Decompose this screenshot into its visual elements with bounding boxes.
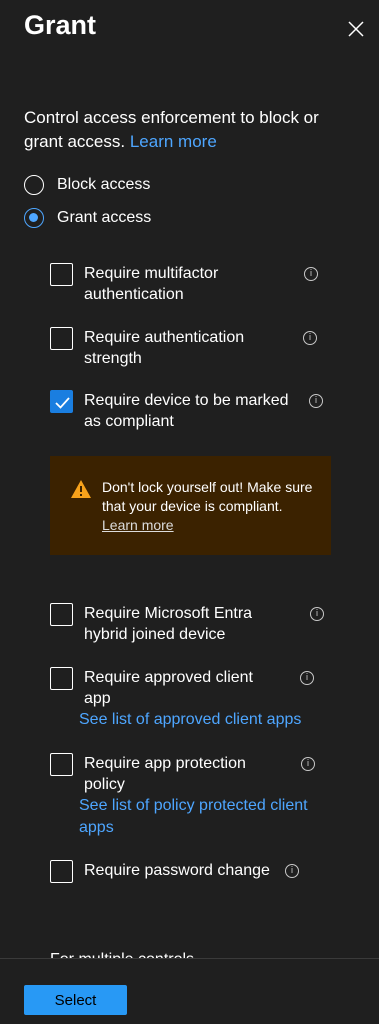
policy-protected-apps-link[interactable]: See list of policy protected client apps bbox=[79, 795, 329, 839]
learn-more-link[interactable]: Learn more bbox=[130, 132, 217, 151]
radio-label-grant-access: Grant access bbox=[57, 209, 152, 226]
panel-title: Grant bbox=[24, 10, 97, 40]
warning-text: Don't lock yourself out! Make sure that … bbox=[102, 479, 313, 514]
select-button[interactable]: Select bbox=[24, 985, 127, 1015]
option-label-mfa: Require multifactor authentication bbox=[84, 265, 219, 303]
checkbox-approved-app[interactable] bbox=[50, 667, 73, 690]
checkbox-app-protection[interactable] bbox=[50, 753, 73, 776]
option-label-password-change: Require password change bbox=[84, 862, 270, 879]
checkbox-compliant[interactable] bbox=[50, 390, 73, 413]
info-icon[interactable]: i bbox=[310, 607, 324, 621]
info-icon[interactable]: i bbox=[300, 671, 314, 685]
checkbox-mfa[interactable] bbox=[50, 263, 73, 286]
info-icon[interactable]: i bbox=[303, 331, 317, 345]
checkmark-icon bbox=[55, 397, 70, 409]
info-icon[interactable]: i bbox=[309, 394, 323, 408]
footer-bar: Select bbox=[0, 958, 379, 1024]
option-label-hybrid: Require Microsoft Entra hybrid joined de… bbox=[84, 605, 253, 643]
option-label-app-protection: Require app protection policy bbox=[84, 755, 246, 793]
info-icon[interactable]: i bbox=[285, 864, 299, 878]
warning-icon bbox=[71, 480, 91, 498]
info-icon[interactable]: i bbox=[301, 757, 315, 771]
radio-button-selected[interactable] bbox=[24, 208, 44, 228]
checkbox-password-change[interactable] bbox=[50, 860, 73, 883]
radio-block-access[interactable]: Block access bbox=[24, 175, 150, 195]
radio-grant-access[interactable]: Grant access bbox=[24, 208, 151, 228]
panel-description: Control access enforcement to block or g… bbox=[24, 106, 354, 154]
option-label-auth-strength: Require authentication strength bbox=[84, 329, 245, 367]
option-label-approved-app: Require approved client app bbox=[84, 669, 253, 707]
radio-label-block-access: Block access bbox=[57, 176, 151, 193]
radio-button[interactable] bbox=[24, 175, 44, 195]
checkbox-hybrid[interactable] bbox=[50, 603, 73, 626]
warning-banner: Don't lock yourself out! Make sure that … bbox=[50, 456, 331, 555]
approved-apps-link[interactable]: See list of approved client apps bbox=[79, 709, 339, 731]
warning-learn-more-link[interactable]: Learn more bbox=[102, 517, 174, 533]
warning-message: Don't lock yourself out! Make sure that … bbox=[102, 478, 317, 535]
checkbox-auth-strength[interactable] bbox=[50, 327, 73, 350]
close-icon[interactable] bbox=[346, 19, 366, 39]
info-icon[interactable]: i bbox=[304, 267, 318, 281]
option-label-compliant: Require device to be marked as compliant bbox=[84, 392, 289, 430]
